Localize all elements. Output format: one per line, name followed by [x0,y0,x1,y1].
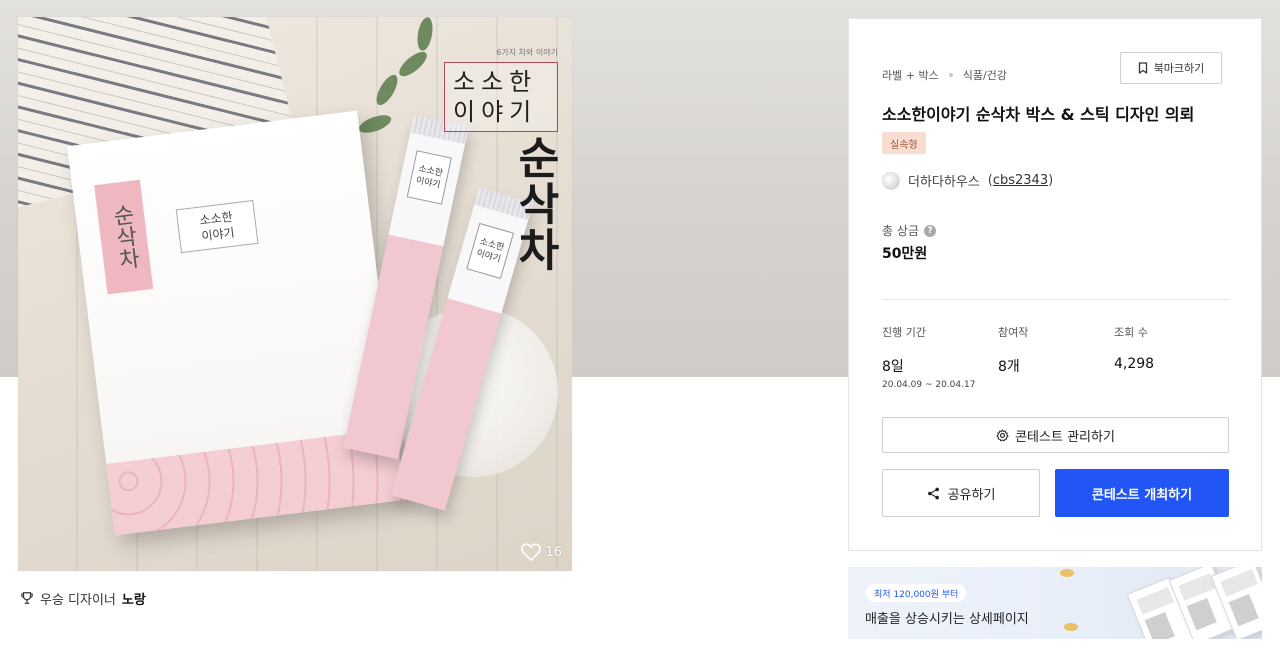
stat-entries: 참여작 8개 [998,324,1028,376]
brand-title: 소소한 이야기 [444,62,558,132]
host-info[interactable]: 더하다하우스 (cbs2343) [882,171,1053,190]
product-image[interactable]: 순삭차 소소한 이야기 소소한 이야기 소소한 이야기 6가지 차와 이야기 소… [18,17,572,571]
coin-decoration [1060,569,1074,577]
leaf-decoration [356,111,394,137]
prize-label-text: 총 상금 [882,224,919,238]
coin-decoration [1064,623,1078,631]
winner-info: 우승 디자이너 노랑 [20,588,146,608]
prize-value: 50만원 [882,246,928,262]
ad-banner[interactable]: 최저 120,000원 부터 매출을 상승시키는 상세페이지 [848,567,1262,639]
breadcrumb-separator [948,73,953,77]
brand-tagline: 6가지 차와 이야기 [496,48,558,57]
box-label-vertical: 순삭차 [94,179,154,295]
stat-value: 8개 [998,359,1020,375]
prize-label: 총 상금 ? [882,222,936,239]
stat-label: 진행 기간 [882,326,926,339]
contest-title: 소소한이야기 순삭차 박스 & 스틱 디자인 의뢰 [882,105,1195,124]
leaf-decoration [372,71,402,109]
host-id-close: ) [1048,173,1054,188]
trophy-icon [21,592,33,604]
ad-price-pill: 최저 120,000원 부터 [866,584,967,602]
brand-block: 6가지 차와 이야기 소소한 이야기 [444,47,558,132]
manage-contest-button[interactable]: 콘테스트 관리하기 [882,417,1229,453]
stat-date-range: 20.04.09 ~ 20.04.17 [882,380,976,390]
gear-icon [996,428,1009,441]
stat-duration: 진행 기간 8일 20.04.09 ~ 20.04.17 [882,324,975,390]
contest-info-panel: 라벨 + 박스 식품/건강 북마크하기 소소한이야기 순삭차 박스 & 스틱 디… [848,18,1262,551]
breadcrumb: 라벨 + 박스 식품/건강 [882,67,1007,83]
winner-label: 우승 디자이너 [40,592,116,608]
box-label: 소소한 이야기 [175,199,259,254]
divider [882,299,1229,300]
ad-visual [1060,567,1262,639]
host-name: 더하다하우스 [908,175,980,190]
leaf-decoration [415,17,435,52]
share-label: 공유하기 [947,487,996,503]
stick-label: 소소한 이야기 [406,150,452,205]
stat-views: 조회 수 4,298 [1114,324,1154,372]
brand-title-line1: 소소한 [453,68,538,96]
bookmark-icon [1138,62,1147,74]
help-icon[interactable]: ? [923,224,936,237]
plan-badge: 실속형 [882,132,926,154]
ad-text: 매출을 상승시키는 상세페이지 [865,612,1029,627]
heart-icon [521,543,542,561]
share-button[interactable]: 공유하기 [882,469,1040,517]
manage-label: 콘테스트 관리하기 [1015,429,1115,445]
bookmark-button[interactable]: 북마크하기 [1120,52,1222,84]
stat-value: 8일 [882,359,904,375]
like-button[interactable]: 16 [521,543,562,561]
breadcrumb-item[interactable]: 라벨 + 박스 [882,67,939,83]
avatar [882,171,900,190]
brand-title-line2: 이야기 [453,98,538,126]
host-id[interactable]: cbs2343 [993,173,1048,188]
leaf-decoration [395,47,431,81]
product-name-vertical: 순삭차 [509,135,560,273]
stat-label: 참여작 [998,326,1029,339]
bookmark-label: 북마크하기 [1153,62,1205,75]
share-icon [927,487,939,499]
like-count: 16 [545,544,562,560]
stat-label: 조회 수 [1114,326,1148,339]
product-box: 순삭차 소소한 이야기 [67,110,405,536]
host-id-wrap: (cbs2343) [988,173,1053,188]
host-contest-button[interactable]: 콘테스트 개최하기 [1055,469,1229,517]
winner-name[interactable]: 노랑 [122,589,146,608]
box-label-line2: 이야기 [200,225,236,244]
breadcrumb-item[interactable]: 식품/건강 [963,67,1007,83]
stat-value: 4,298 [1114,356,1155,372]
